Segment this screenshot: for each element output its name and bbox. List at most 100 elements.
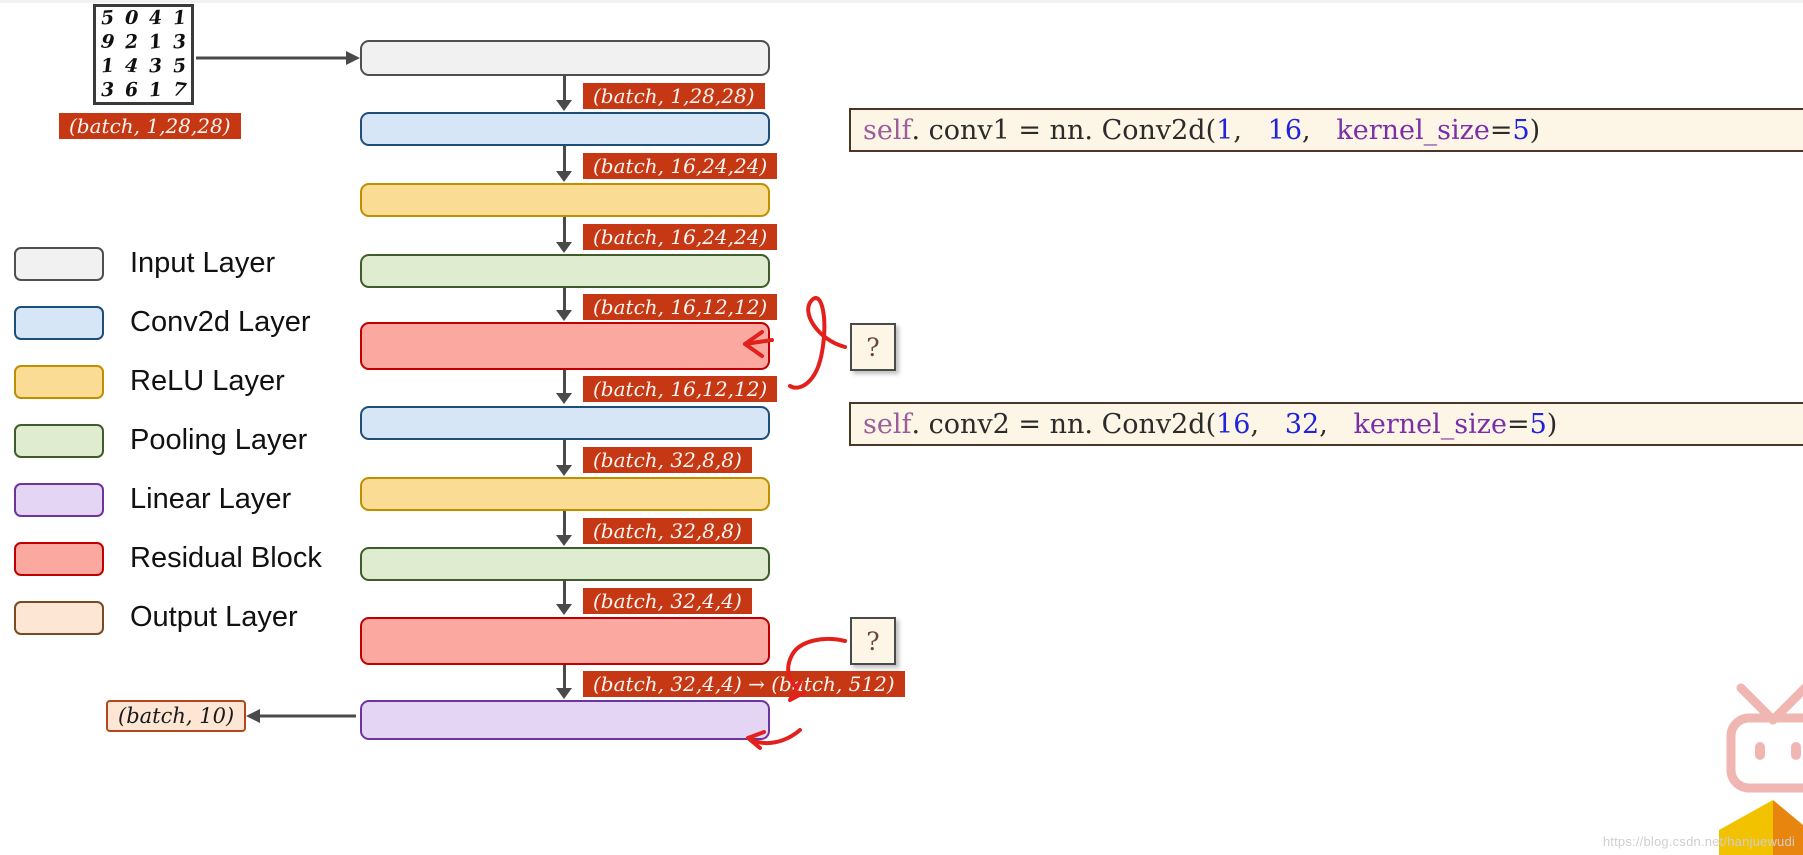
conv1-code-box[interactable]: self . conv1 = nn. Conv2d( 1 , 16 , kern… [849, 108, 1803, 152]
legend-item-output-layer: Output Layer [14, 588, 344, 647]
mnist-input-shape-label: (batch, 1,28,28) [59, 113, 241, 139]
legend-swatch-residual-block [14, 541, 104, 576]
diagram-canvas: 5 0 4 1 9 2 1 3 1 4 3 5 3 6 1 7 (batch, … [0, 0, 1803, 855]
pipeline-block-conv2d-1 [360, 112, 770, 146]
legend-swatch-pooling-layer [14, 423, 104, 458]
conv2-code-token-sep2: , [1319, 408, 1354, 440]
mnist-digit: 3 [147, 54, 163, 78]
shape-label-7: (batch, 32,8,8) [583, 518, 752, 544]
conv2-code-token-equals: = [1506, 408, 1530, 440]
legend-item-conv2d-layer: Conv2d Layer [14, 293, 344, 352]
conv1-code-token-sep2: , [1302, 114, 1337, 146]
shape-label-6: (batch, 32,8,8) [583, 447, 752, 473]
flow-arrow-head-4 [556, 310, 572, 321]
mnist-digit: 9 [100, 30, 116, 54]
mnist-digit: 1 [147, 30, 164, 54]
conv2-code-token-in-channels: 16 [1216, 408, 1251, 440]
mnist-digit: 2 [124, 30, 139, 54]
mnist-digit: 3 [171, 30, 187, 54]
pipeline-block-pooling-1 [360, 254, 770, 288]
conv2-code-token-kernel-size-kw: kernel_size [1353, 408, 1507, 440]
conv1-code-token-self: self [863, 114, 912, 146]
pipeline-block-residual-2 [360, 617, 770, 665]
mnist-digit: 5 [171, 54, 187, 78]
flow-arrow-head-9 [556, 688, 572, 699]
pipeline-block-conv2d-2 [360, 406, 770, 440]
legend: Input Layer Conv2d Layer ReLU Layer Pool… [14, 234, 344, 647]
conv1-code-token-in-channels: 1 [1216, 114, 1234, 146]
legend-swatch-conv2d-layer [14, 305, 104, 340]
legend-item-relu-layer: ReLU Layer [14, 352, 344, 411]
flow-arrow-6 [563, 440, 566, 466]
conv2-code-token-close-paren: ) [1546, 408, 1558, 440]
pipeline-block-residual-1 [360, 322, 770, 370]
mnist-digit: 1 [171, 6, 187, 30]
legend-item-input-layer: Input Layer [14, 234, 344, 293]
conv1-code-token-close-paren: ) [1529, 114, 1541, 146]
conv1-code-token-call: . conv1 = nn. Conv2d( [911, 114, 1217, 146]
flow-arrow-head-3 [556, 242, 572, 253]
legend-label-pooling-layer: Pooling Layer [130, 424, 308, 456]
conv2-code-token-out-channels: 32 [1284, 408, 1320, 440]
conv1-code-token-kernel-size-kw: kernel_size [1336, 114, 1490, 146]
shape-label-9: (batch, 32,4,4) → (batch, 512) [583, 671, 905, 697]
pipeline-block-relu-1 [360, 183, 770, 217]
legend-item-linear-layer: Linear Layer [14, 470, 344, 529]
flow-arrow-9 [563, 665, 566, 689]
residual-1-question-box[interactable]: ? [850, 323, 896, 371]
shape-label-2: (batch, 16,24,24) [583, 153, 778, 179]
flow-arrow-head-1 [556, 100, 572, 111]
shape-label-5: (batch, 16,12,12) [583, 376, 778, 402]
flow-arrow-head-5 [556, 393, 572, 404]
flow-arrow-head-2 [556, 171, 572, 182]
legend-swatch-linear-layer [14, 482, 104, 517]
conv1-code-token-sep1: , [1233, 114, 1268, 146]
conv2-code-token-call: . conv2 = nn. Conv2d( [911, 408, 1217, 440]
mnist-digit: 0 [124, 7, 139, 30]
output-shape-chip: (batch, 10) [106, 700, 247, 732]
shape-label-3: (batch, 16,24,24) [583, 224, 778, 250]
mnist-digit: 5 [100, 6, 116, 30]
legend-item-residual-block: Residual Block [14, 529, 344, 588]
legend-label-relu-layer: ReLU Layer [130, 365, 285, 397]
pipeline-block-input-layer [360, 40, 770, 76]
legend-swatch-input-layer [14, 246, 104, 281]
mnist-digit: 7 [171, 77, 188, 102]
pipeline-block-pooling-2 [360, 547, 770, 581]
flow-arrow-1 [563, 76, 566, 101]
flow-arrow-head-8 [556, 604, 572, 615]
legend-swatch-relu-layer [14, 364, 104, 399]
residual-2-question-box[interactable]: ? [850, 617, 896, 665]
mnist-digit-grid: 5 0 4 1 9 2 1 3 1 4 3 5 3 6 1 7 [93, 4, 194, 105]
mnist-digit: 6 [124, 78, 139, 102]
conv1-code-token-out-channels: 16 [1267, 114, 1303, 146]
conv2-code-token-sep1: , [1250, 408, 1285, 440]
flow-arrow-4 [563, 288, 566, 311]
flow-arrow-3 [563, 217, 566, 243]
conv1-code-token-equals: = [1489, 114, 1513, 146]
mnist-digit: 1 [100, 54, 116, 78]
conv1-code-token-kernel-size-value: 5 [1512, 114, 1530, 146]
bilibili-logo [1719, 683, 1803, 855]
conv2-code-box[interactable]: self . conv2 = nn. Conv2d( 16 , 32 , ker… [849, 402, 1803, 446]
mnist-digit: 1 [147, 78, 163, 102]
mnist-digit: 4 [147, 6, 163, 30]
flow-arrow-7 [563, 511, 566, 536]
legend-swatch-output-layer [14, 600, 104, 635]
legend-label-input-layer: Input Layer [130, 247, 276, 279]
legend-label-conv2d-layer: Conv2d Layer [130, 306, 311, 338]
flow-arrow-8 [563, 581, 566, 605]
pipeline-block-linear [360, 700, 770, 740]
flow-arrow-head-6 [556, 465, 572, 476]
flow-arrow-5 [563, 370, 566, 394]
top-edge-divider [0, 0, 1803, 3]
shape-label-4: (batch, 16,12,12) [583, 294, 778, 320]
mnist-digit: 4 [124, 54, 140, 78]
conv2-code-token-self: self [863, 408, 912, 440]
legend-label-linear-layer: Linear Layer [130, 483, 292, 515]
shape-label-8: (batch, 32,4,4) [583, 588, 752, 614]
mnist-digit: 3 [100, 78, 115, 101]
watermark-text: https://blog.csdn.net/hanjuewudi [1602, 834, 1795, 849]
legend-label-residual-block: Residual Block [130, 542, 322, 574]
legend-label-output-layer: Output Layer [130, 601, 298, 633]
